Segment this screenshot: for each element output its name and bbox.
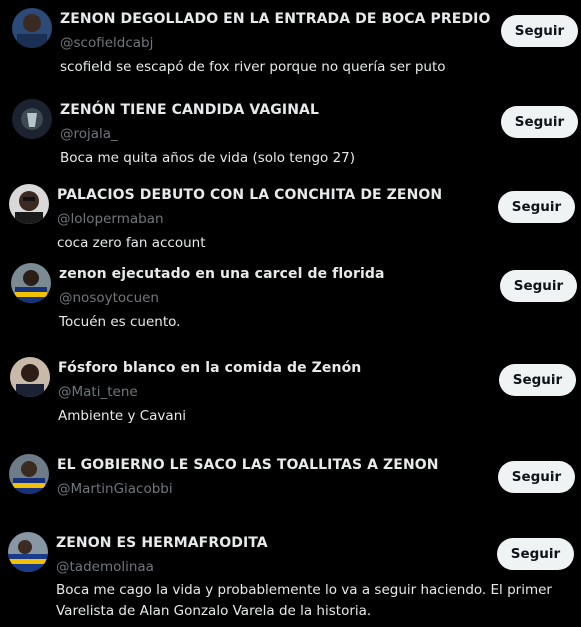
avatar[interactable] xyxy=(10,357,50,397)
account-name[interactable]: ZENÓN TIENE CANDIDA VAGINAL xyxy=(60,102,319,118)
follow-button[interactable]: Seguir xyxy=(500,270,577,302)
account-name[interactable]: Fósforo blanco en la comida de Zenón xyxy=(58,360,361,376)
account-bio: Ambiente y Cavani xyxy=(58,408,187,424)
account-name[interactable]: EL GOBIERNO LE SACO LAS TOALLITAS A ZENO… xyxy=(57,457,439,473)
avatar[interactable] xyxy=(11,263,51,303)
account-name[interactable]: ZENON ES HERMAFRODITA xyxy=(56,535,268,551)
follow-button[interactable]: Seguir xyxy=(501,15,578,47)
account-bio: coca zero fan account xyxy=(57,235,206,251)
account-bio: Boca me cago la vida y probablemente lo … xyxy=(56,582,552,619)
avatar[interactable] xyxy=(9,454,49,494)
avatar[interactable] xyxy=(12,8,52,48)
account-name[interactable]: ZENON DEGOLLADO EN LA ENTRADA DE BOCA PR… xyxy=(60,11,490,27)
account-handle[interactable]: @nosoytocuen xyxy=(59,290,159,306)
avatar[interactable] xyxy=(12,99,52,139)
follow-button[interactable]: Seguir xyxy=(498,461,575,493)
account-handle[interactable]: @tademolinaa xyxy=(56,559,154,575)
follow-button[interactable]: Seguir xyxy=(497,538,574,570)
avatar[interactable] xyxy=(8,532,48,572)
account-name[interactable]: PALACIOS DEBUTO CON LA CONCHITA DE ZENON xyxy=(57,187,442,203)
account-handle[interactable]: @scofieldcabj xyxy=(60,35,153,51)
account-handle[interactable]: @MartinGiacobbi xyxy=(57,481,173,497)
avatar[interactable] xyxy=(9,184,49,224)
account-handle[interactable]: @Mati_tene xyxy=(58,384,138,400)
account-name[interactable]: zenon ejecutado en una carcel de florida xyxy=(59,266,385,282)
follow-button[interactable]: Seguir xyxy=(498,191,575,223)
follow-button[interactable]: Seguir xyxy=(501,106,578,138)
account-handle[interactable]: @rojala_ xyxy=(60,126,118,142)
follow-button[interactable]: Seguir xyxy=(499,364,576,396)
account-bio: Tocuén es cuento. xyxy=(59,314,181,330)
account-bio: Boca me quita años de vida (solo tengo 2… xyxy=(60,150,356,166)
account-bio: scofield se escapó de fox river porque n… xyxy=(60,59,446,75)
account-handle[interactable]: @lolopermaban xyxy=(57,211,164,227)
